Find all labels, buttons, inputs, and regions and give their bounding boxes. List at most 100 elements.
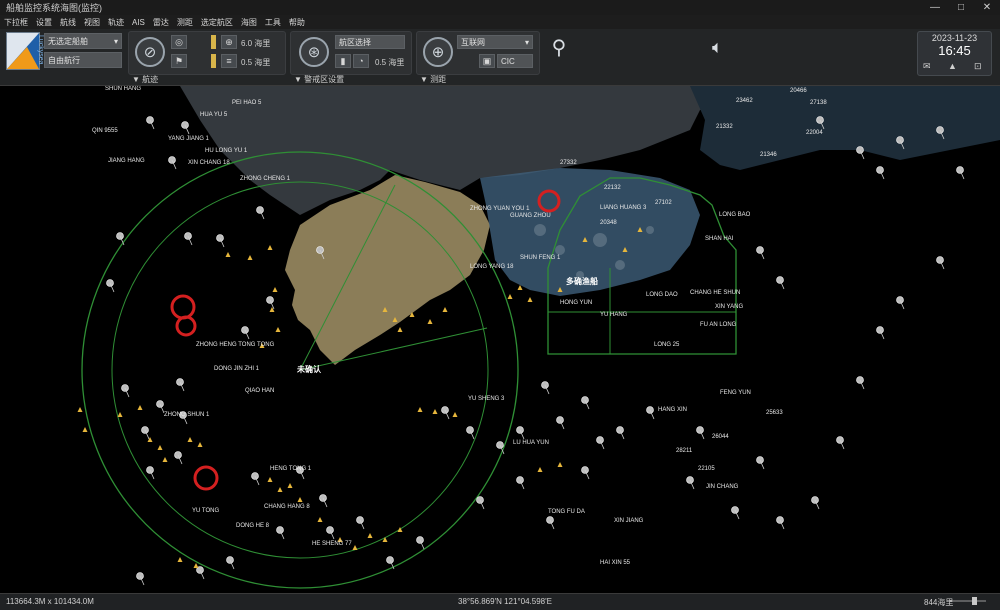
ship-name-label[interactable]: DONG HE 8 [236, 523, 269, 529]
mmsi-label[interactable]: 20466 [790, 88, 807, 94]
ship-name-label[interactable]: LIANG HUANG 3 [600, 205, 646, 211]
ship-name-label[interactable]: HENG TONG 1 [270, 466, 311, 472]
ship-name-label[interactable]: YANG JIANG 1 [168, 136, 209, 142]
ship-name-label[interactable]: HE SHENG 77 [312, 541, 352, 547]
signal-icon[interactable]: ◔ [353, 54, 369, 68]
range-value-2[interactable]: 0.5 海里 [375, 57, 404, 68]
ship-name-label[interactable]: HU LONG YU 1 [205, 148, 247, 154]
fishing-vessel-symbol[interactable] [317, 517, 323, 522]
alarm-group-footer[interactable]: ▼ 警戒区设置 [294, 74, 344, 85]
measure-group-footer[interactable]: ▼ 测距 [420, 74, 446, 85]
target-icon[interactable]: ◎ [171, 35, 187, 49]
fishing-vessel-symbol[interactable] [77, 407, 83, 412]
menu-item[interactable]: 航线 [56, 17, 80, 28]
ship-name-label[interactable]: FENG YUN [720, 390, 751, 396]
map-canvas[interactable] [0, 86, 1000, 593]
ship-name-label[interactable]: QIAO HAN [245, 388, 274, 394]
fishing-vessel-symbol[interactable] [197, 442, 203, 447]
mmsi-label[interactable]: 21332 [716, 124, 733, 130]
fishing-vessel-symbol[interactable] [177, 557, 183, 562]
mmsi-label[interactable]: 26044 [712, 434, 729, 440]
fishing-vessel-symbol[interactable] [137, 405, 143, 410]
radius-value[interactable]: 6.0 海里 [241, 38, 270, 49]
fishing-vessel-symbol[interactable] [157, 445, 163, 450]
menu-item[interactable]: 设置 [32, 17, 56, 28]
fishing-vessel-symbol[interactable] [297, 497, 303, 502]
mmsi-label[interactable]: 22004 [806, 130, 823, 136]
menu-item[interactable]: 海图 [237, 17, 261, 28]
menu-item[interactable]: 轨迹 [104, 17, 128, 28]
ship-name-label[interactable]: QIN 9555 [92, 128, 118, 134]
fishing-vessel-symbol[interactable] [507, 294, 513, 299]
fishing-vessel-symbol[interactable] [225, 252, 231, 257]
layer-field[interactable]: 互联网 ▾ [457, 35, 533, 49]
menu-item[interactable]: 测距 [173, 17, 197, 28]
fishing-vessel-symbol[interactable] [557, 462, 563, 467]
flag-icon[interactable]: ⚑ [171, 54, 187, 68]
radar-icon[interactable]: ⊛ [299, 37, 329, 67]
fishing-vessel-symbol[interactable] [117, 412, 123, 417]
ship-name-label[interactable]: LONG BAO [719, 212, 750, 218]
mmsi-label[interactable]: 27138 [810, 100, 827, 106]
mail-icon[interactable]: ✉ [923, 61, 931, 72]
mmsi-label[interactable]: 22105 [698, 466, 715, 472]
ship-name-label[interactable]: YU SHENG 3 [468, 396, 504, 402]
lock-icon[interactable]: ▣ [479, 54, 495, 68]
ship-name-label[interactable]: ZHONG CHENG 1 [240, 176, 290, 182]
speaker-icon[interactable]: 🔈︎ [712, 37, 736, 59]
ship-name-label[interactable]: LONG 25 [654, 342, 679, 348]
fishing-vessel-symbol[interactable] [193, 563, 199, 568]
fishing-vessel-symbol[interactable] [267, 477, 273, 482]
menu-item[interactable]: 雷达 [149, 17, 173, 28]
ship-name-label[interactable]: XIN CHANG 18 [188, 160, 230, 166]
ship-name-label[interactable]: LU HUA YUN [513, 440, 549, 446]
fishing-vessel-symbol[interactable] [352, 545, 358, 550]
bar-icon[interactable]: ▮ [335, 54, 351, 68]
fishing-vessel-symbol[interactable] [427, 319, 433, 324]
ship-name-label[interactable]: XIN YANG [715, 304, 743, 310]
radius-icon[interactable]: ⊕ [221, 35, 237, 49]
ship-name-label[interactable]: HANG XIN [658, 407, 687, 413]
fishing-vessel-symbol[interactable] [432, 409, 438, 414]
chart-map[interactable]: 未确认 多确渔船 SHUN HANG PEI HAO 5 HUA YU 5 QIN 9… [0, 86, 1000, 593]
ship-select[interactable]: 无选定船舶 ▾ [44, 33, 122, 49]
lock-status-icon[interactable]: ⊡ [974, 61, 982, 72]
ship-name-label[interactable]: FU AN LONG [700, 322, 736, 328]
ship-name-label[interactable]: CHANG HE SHUN [690, 290, 740, 296]
fishing-vessel-symbol[interactable] [247, 255, 253, 260]
ship-name-label[interactable]: CHANG HANG 8 [264, 504, 310, 510]
maximize-button[interactable]: □ [948, 0, 974, 15]
ship-name-label[interactable]: LONG DAO [646, 292, 678, 298]
fishing-vessel-symbol[interactable] [82, 427, 88, 432]
ship-name-label[interactable]: HONG YUN [560, 300, 592, 306]
fishing-vessel-symbol[interactable] [272, 287, 278, 292]
ship-name-label[interactable]: SHUN HANG [105, 86, 141, 92]
mmsi-label[interactable]: 27102 [655, 200, 672, 206]
mmsi-label[interactable]: 22132 [604, 185, 621, 191]
fishing-vessel-symbol[interactable] [275, 327, 281, 332]
ship-name-label[interactable]: ZHONG YUAN YOU 1 [470, 206, 529, 212]
fishing-vessel-symbol[interactable] [382, 537, 388, 542]
ship-mode-field[interactable]: 自由航行 [44, 52, 122, 68]
ship-name-label[interactable]: YU HANG [600, 312, 627, 318]
fishing-vessel-symbol[interactable] [397, 327, 403, 332]
radius-value-2[interactable]: 0.5 海里 [241, 57, 270, 68]
mmsi-label[interactable]: 23462 [736, 98, 753, 104]
ship-name-label[interactable]: SHUN FENG 1 [520, 255, 560, 261]
mmsi-label[interactable]: 21346 [760, 152, 777, 158]
fishing-vessel-symbol[interactable] [287, 483, 293, 488]
range-field[interactable]: 航区选择 [335, 35, 405, 49]
mmsi-label[interactable]: 20348 [600, 220, 617, 226]
ship-name-label[interactable]: JIN CHANG [706, 484, 738, 490]
zoom-slider-icon[interactable] [948, 596, 988, 606]
ship-name-label[interactable]: LONG YANG 18 [470, 264, 513, 270]
warning-icon[interactable]: ▲ [948, 61, 957, 71]
menu-item[interactable]: 视图 [80, 17, 104, 28]
fishing-vessel-symbol[interactable] [367, 533, 373, 538]
close-button[interactable]: ✕ [974, 0, 1000, 15]
fishing-vessel-symbol[interactable] [442, 307, 448, 312]
fishing-vessel-symbol[interactable] [537, 467, 543, 472]
menu-item[interactable]: 帮助 [285, 17, 309, 28]
ship-name-label[interactable]: HAI XIN 55 [600, 560, 630, 566]
mmsi-label[interactable]: 28211 [676, 448, 692, 454]
